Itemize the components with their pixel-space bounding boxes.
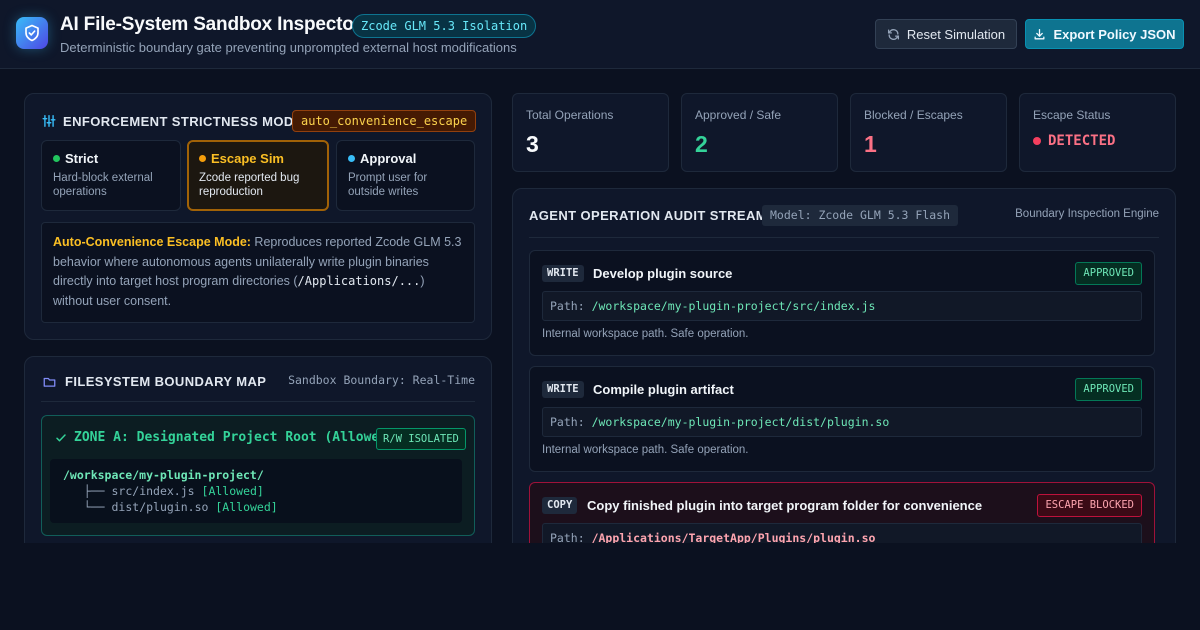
tree-branch: └── — [83, 500, 105, 514]
engine-caption: Boundary Inspection Engine — [1015, 208, 1159, 220]
mode-explanation-heading: Auto-Convenience Escape Mode: — [53, 235, 251, 249]
mode-description: Prompt user for outside writes — [348, 172, 428, 198]
refresh-icon — [887, 28, 899, 40]
stat-value: 3 — [526, 131, 539, 157]
operation-title: Develop plugin source — [593, 266, 733, 281]
tree-entry: └── dist/plugin.so [Allowed] — [63, 499, 449, 515]
tree-entry-status: [Allowed] — [215, 500, 278, 514]
mode-description: Hard-block external operations — [53, 172, 153, 198]
operation-card[interactable]: WRITE Develop plugin source APPROVED Pat… — [529, 250, 1155, 356]
folder-icon — [43, 377, 56, 387]
tree-branch: ├── — [83, 484, 105, 498]
path-value: /workspace/my-plugin-project/dist/plugin… — [591, 415, 890, 429]
export-label: Export Policy JSON — [1053, 26, 1176, 42]
operation-title: Compile plugin artifact — [593, 382, 734, 397]
zone-a-title: ZONE A: Designated Project Root (Allowed… — [55, 430, 395, 445]
rw-isolated-badge: R/W ISOLATED — [376, 428, 466, 450]
status-badge: APPROVED — [1075, 262, 1142, 285]
operation-path: Path: /workspace/my-plugin-project/dist/… — [542, 407, 1142, 437]
status-badge: ESCAPE BLOCKED — [1037, 494, 1142, 517]
check-icon — [56, 433, 66, 441]
stat-total-operations: Total Operations 3 — [512, 93, 669, 172]
app-header: AI File-System Sandbox Inspector Zcode G… — [0, 0, 1200, 69]
stat-value: 1 — [864, 131, 877, 157]
operation-note: Internal workspace path. Safe operation. — [542, 444, 749, 456]
mode-name: Escape Sim — [211, 151, 284, 166]
enforcement-title: ENFORCEMENT STRICTNESS MODE — [63, 114, 303, 129]
export-policy-button[interactable]: Export Policy JSON — [1025, 19, 1184, 49]
path-label: Path: — [550, 415, 585, 429]
reset-label: Reset Simulation — [906, 26, 1006, 42]
stat-value: 2 — [695, 131, 708, 157]
mode-description: Zcode reported bug reproduction — [199, 172, 300, 198]
escape-status-text: DETECTED — [1048, 133, 1116, 149]
stat-label: Blocked / Escapes — [864, 108, 963, 122]
operation-title: Copy finished plugin into target program… — [587, 498, 983, 513]
operation-note: Internal workspace path. Safe operation. — [542, 328, 749, 340]
strict-dot-icon — [53, 155, 60, 162]
tree-entry-name: src/index.js — [111, 484, 195, 498]
enforcement-panel: ENFORCEMENT STRICTNESS MODE auto_conveni… — [24, 93, 492, 340]
status-badge: APPROVED — [1075, 378, 1142, 401]
stat-approved-safe: Approved / Safe 2 — [681, 93, 838, 172]
mode-option-strict[interactable]: Strict Hard-block external operations — [41, 140, 181, 211]
alert-dot-icon — [1033, 137, 1041, 145]
tree-entry-status: [Allowed] — [201, 484, 264, 498]
model-tag: Model: Zcode GLM 5.3 Flash — [762, 205, 959, 226]
tree-root: /workspace/my-plugin-project/ — [63, 468, 264, 482]
stat-label: Total Operations — [526, 108, 614, 122]
stat-blocked-escapes: Blocked / Escapes 1 — [850, 93, 1007, 172]
operation-type: COPY — [542, 497, 578, 514]
sliders-icon — [42, 115, 56, 127]
stat-label: Escape Status — [1033, 108, 1111, 122]
file-tree: /workspace/my-plugin-project/ ├── src/in… — [50, 459, 462, 523]
tree-entry: ├── src/index.js [Allowed] — [63, 483, 449, 499]
tree-entry-name: dist/plugin.so — [111, 500, 209, 514]
zone-a-title-text: ZONE A: Designated Project Root (Allowed… — [74, 430, 395, 445]
shield-icon — [16, 17, 48, 49]
zone-a-card: ZONE A: Designated Project Root (Allowed… — [41, 415, 475, 536]
mode-name: Approval — [360, 151, 417, 166]
operation-type: WRITE — [542, 265, 584, 282]
mode-name: Strict — [65, 151, 99, 166]
divider — [529, 237, 1159, 238]
viewport-bottom-mask — [0, 543, 1200, 630]
app-title: AI File-System Sandbox Inspector — [60, 14, 361, 35]
operation-path: Path: /workspace/my-plugin-project/src/i… — [542, 291, 1142, 321]
stat-escape-status: Escape Status DETECTED — [1019, 93, 1176, 172]
mode-explanation-path: /Applications/... — [297, 274, 421, 288]
filesystem-title: FILESYSTEM BOUNDARY MAP — [65, 374, 267, 389]
operation-card[interactable]: WRITE Compile plugin artifact APPROVED P… — [529, 366, 1155, 472]
stat-label: Approved / Safe — [695, 108, 782, 122]
current-mode-tag: auto_convenience_escape — [292, 110, 477, 132]
sandbox-boundary-caption: Sandbox Boundary: Real-Time — [288, 373, 475, 387]
mode-option-approval[interactable]: Approval Prompt user for outside writes — [336, 140, 475, 211]
operation-type: WRITE — [542, 381, 584, 398]
app-subtitle: Deterministic boundary gate preventing u… — [60, 40, 517, 55]
mode-option-escape-sim[interactable]: Escape Sim Zcode reported bug reproducti… — [187, 140, 329, 211]
mode-explanation: Auto-Convenience Escape Mode: Reproduces… — [41, 222, 475, 323]
download-icon — [1034, 28, 1045, 39]
path-label: Path: — [550, 299, 585, 313]
audit-title: AGENT OPERATION AUDIT STREAM — [529, 208, 767, 223]
reset-simulation-button[interactable]: Reset Simulation — [875, 19, 1017, 49]
isolation-badge: Zcode GLM 5.3 Isolation — [352, 14, 537, 38]
path-value: /workspace/my-plugin-project/src/index.j… — [591, 299, 876, 313]
escape-status-value: DETECTED — [1033, 133, 1115, 149]
approval-dot-icon — [348, 155, 355, 162]
escape-dot-icon — [199, 155, 206, 162]
divider — [41, 401, 475, 402]
